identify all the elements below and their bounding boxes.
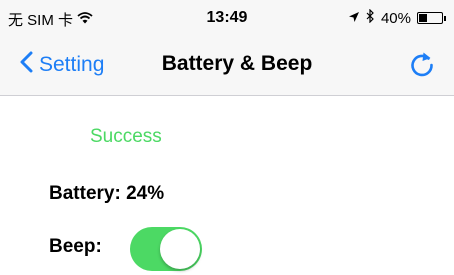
status-message: Success (90, 126, 162, 147)
battery-tip (444, 15, 446, 21)
battery-level-fill (419, 14, 427, 22)
beep-label: Beep: (49, 236, 102, 257)
status-bar: 无 SIM 卡 13:49 40% (0, 0, 454, 36)
battery-icon (417, 12, 443, 24)
beep-toggle[interactable] (130, 227, 202, 271)
status-bar-right: 40% (348, 8, 446, 27)
location-arrow-icon (348, 10, 360, 27)
bluetooth-icon (366, 8, 375, 27)
toggle-knob (160, 229, 200, 269)
refresh-button[interactable] (406, 49, 438, 81)
refresh-icon (411, 52, 433, 77)
navigation-bar: Setting Battery & Beep (0, 36, 454, 96)
page-title: Battery & Beep (161, 52, 313, 75)
battery-percent: 40% (380, 9, 411, 27)
battery-level-label: Battery: 24% (49, 183, 165, 204)
